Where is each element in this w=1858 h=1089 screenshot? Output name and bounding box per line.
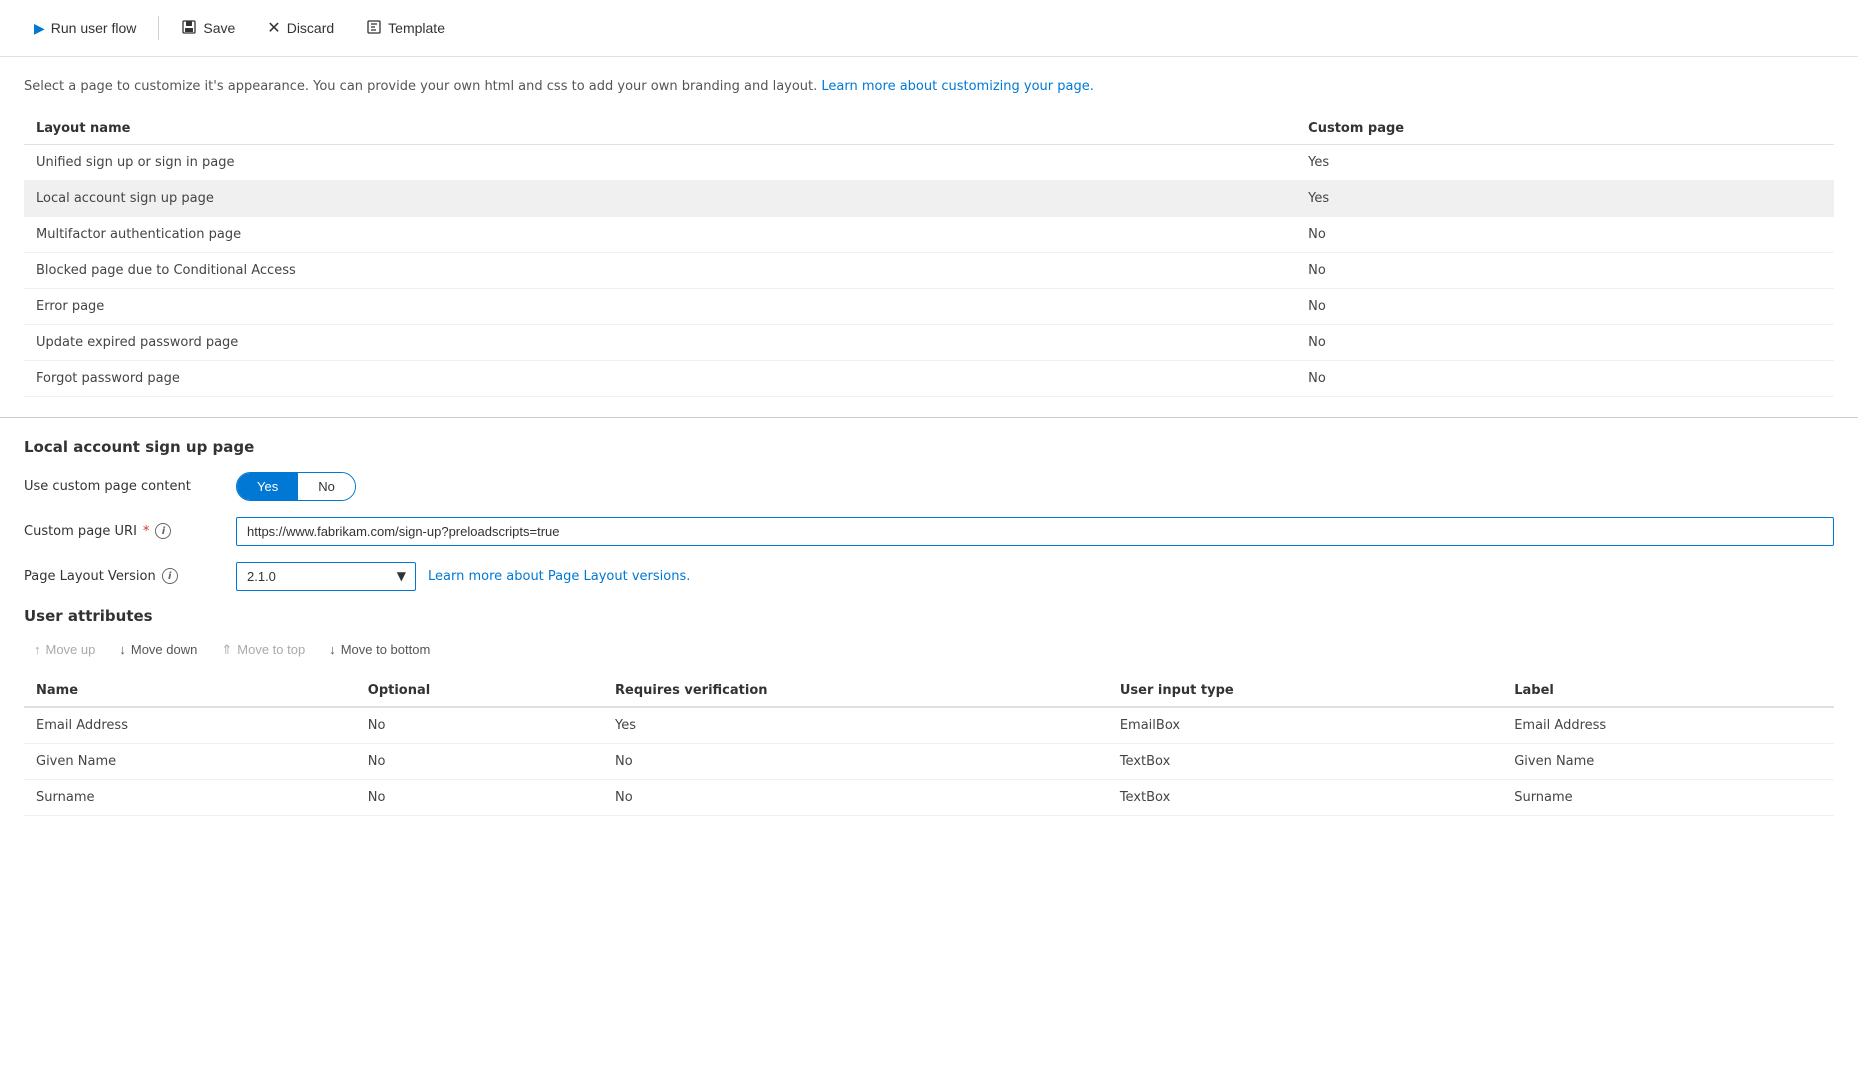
layout-row-name: Local account sign up page	[24, 180, 1296, 216]
layout-row-custom-page: No	[1296, 324, 1834, 360]
attr-col-header: Optional	[356, 675, 603, 707]
custom-uri-row: Custom page URI * i	[24, 517, 1834, 546]
required-indicator: *	[143, 524, 150, 539]
attr-name: Surname	[24, 779, 356, 815]
move-to-bottom-icon: ↓	[329, 642, 336, 657]
attr-col-header: Requires verification	[603, 675, 1108, 707]
attributes-table: NameOptionalRequires verificationUser in…	[24, 675, 1834, 816]
move-to-top-icon: ⇑	[221, 642, 232, 658]
attr-table-row: Email Address No Yes EmailBox Email Addr…	[24, 707, 1834, 744]
attr-requires-verification: No	[603, 779, 1108, 815]
attr-col-header: Name	[24, 675, 356, 707]
move-down-icon: ↓	[119, 642, 126, 657]
detail-section: Local account sign up page Use custom pa…	[0, 418, 1858, 836]
description-text: Select a page to customize it's appearan…	[24, 77, 1834, 97]
run-user-flow-button[interactable]: ▶ Run user flow	[20, 12, 150, 45]
attr-name: Email Address	[24, 707, 356, 744]
save-button[interactable]: Save	[167, 11, 249, 46]
col-layout-name: Layout name	[24, 113, 1296, 145]
attr-requires-verification: Yes	[603, 707, 1108, 744]
layout-row-name: Multifactor authentication page	[24, 216, 1296, 252]
layout-row-custom-page: No	[1296, 252, 1834, 288]
attr-requires-verification: No	[603, 743, 1108, 779]
layout-row-custom-page: No	[1296, 288, 1834, 324]
template-button[interactable]: Template	[352, 11, 459, 46]
layout-row-name: Forgot password page	[24, 360, 1296, 396]
attr-col-header: Label	[1502, 675, 1834, 707]
attr-label: Email Address	[1502, 707, 1834, 744]
col-custom-page: Custom page	[1296, 113, 1834, 145]
attr-label: Surname	[1502, 779, 1834, 815]
use-custom-toggle[interactable]: Yes No	[236, 472, 356, 501]
attr-table-row: Surname No No TextBox Surname	[24, 779, 1834, 815]
layout-table-row[interactable]: Unified sign up or sign in page Yes	[24, 144, 1834, 180]
layout-row-custom-page: No	[1296, 360, 1834, 396]
learn-more-link[interactable]: Learn more about customizing your page.	[821, 79, 1093, 94]
move-to-top-button[interactable]: ⇑ Move to top	[211, 637, 315, 663]
layout-version-select[interactable]: 2.1.02.0.01.2.01.1.01.0.0	[236, 562, 416, 591]
layout-row-name: Unified sign up or sign in page	[24, 144, 1296, 180]
layout-row-name: Update expired password page	[24, 324, 1296, 360]
user-attributes-title: User attributes	[24, 607, 1834, 625]
run-icon: ▶	[34, 20, 45, 37]
layout-version-select-wrapper: 2.1.02.0.01.2.01.1.01.0.0 ▼	[236, 562, 416, 591]
toggle-no[interactable]: No	[298, 473, 355, 500]
layout-table-row[interactable]: Local account sign up page Yes	[24, 180, 1834, 216]
move-down-button[interactable]: ↓ Move down	[109, 637, 207, 662]
layout-row-custom-page: Yes	[1296, 180, 1834, 216]
save-label: Save	[203, 20, 235, 36]
layout-row-custom-page: Yes	[1296, 144, 1834, 180]
use-custom-label: Use custom page content	[24, 479, 224, 494]
discard-button[interactable]: ✕ Discard	[253, 10, 348, 46]
layout-table-row[interactable]: Error page No	[24, 288, 1834, 324]
discard-icon: ✕	[267, 18, 280, 38]
template-label: Template	[388, 20, 445, 36]
run-label: Run user flow	[51, 20, 137, 36]
layout-table-row[interactable]: Update expired password page No	[24, 324, 1834, 360]
detail-section-title: Local account sign up page	[24, 438, 1834, 456]
attr-name: Given Name	[24, 743, 356, 779]
attr-col-header: User input type	[1108, 675, 1502, 707]
layout-row-name: Error page	[24, 288, 1296, 324]
attr-user-input-type: TextBox	[1108, 779, 1502, 815]
save-icon	[181, 19, 197, 38]
move-to-bottom-button[interactable]: ↓ Move to bottom	[319, 637, 440, 662]
page-layout-version-label: Page Layout Version i	[24, 568, 224, 584]
use-custom-row: Use custom page content Yes No	[24, 472, 1834, 501]
layout-row-name: Blocked page due to Conditional Access	[24, 252, 1296, 288]
attr-optional: No	[356, 707, 603, 744]
custom-uri-label: Custom page URI * i	[24, 523, 224, 539]
attr-optional: No	[356, 743, 603, 779]
attr-table-row: Given Name No No TextBox Given Name	[24, 743, 1834, 779]
toggle-yes[interactable]: Yes	[237, 473, 298, 500]
move-up-icon: ↑	[34, 642, 41, 657]
layout-table-row[interactable]: Multifactor authentication page No	[24, 216, 1834, 252]
layout-row-custom-page: No	[1296, 216, 1834, 252]
layout-version-info-icon[interactable]: i	[162, 568, 178, 584]
attr-user-input-type: EmailBox	[1108, 707, 1502, 744]
template-icon	[366, 19, 382, 38]
move-up-button[interactable]: ↑ Move up	[24, 637, 105, 662]
main-content: Select a page to customize it's appearan…	[0, 57, 1858, 417]
layout-table-row[interactable]: Blocked page due to Conditional Access N…	[24, 252, 1834, 288]
layout-table: Layout name Custom page Unified sign up …	[24, 113, 1834, 397]
toolbar: ▶ Run user flow Save ✕ Discard Template	[0, 0, 1858, 57]
attr-optional: No	[356, 779, 603, 815]
uri-info-icon[interactable]: i	[155, 523, 171, 539]
page-layout-version-row: Page Layout Version i 2.1.02.0.01.2.01.1…	[24, 562, 1834, 591]
discard-label: Discard	[287, 20, 334, 36]
custom-uri-input[interactable]	[236, 517, 1834, 546]
attr-user-input-type: TextBox	[1108, 743, 1502, 779]
attr-label: Given Name	[1502, 743, 1834, 779]
toolbar-divider-1	[158, 16, 159, 40]
action-row: ↑ Move up ↓ Move down ⇑ Move to top ↓ Mo…	[24, 637, 1834, 663]
layout-table-row[interactable]: Forgot password page No	[24, 360, 1834, 396]
layout-version-learn-link[interactable]: Learn more about Page Layout versions.	[428, 569, 690, 584]
